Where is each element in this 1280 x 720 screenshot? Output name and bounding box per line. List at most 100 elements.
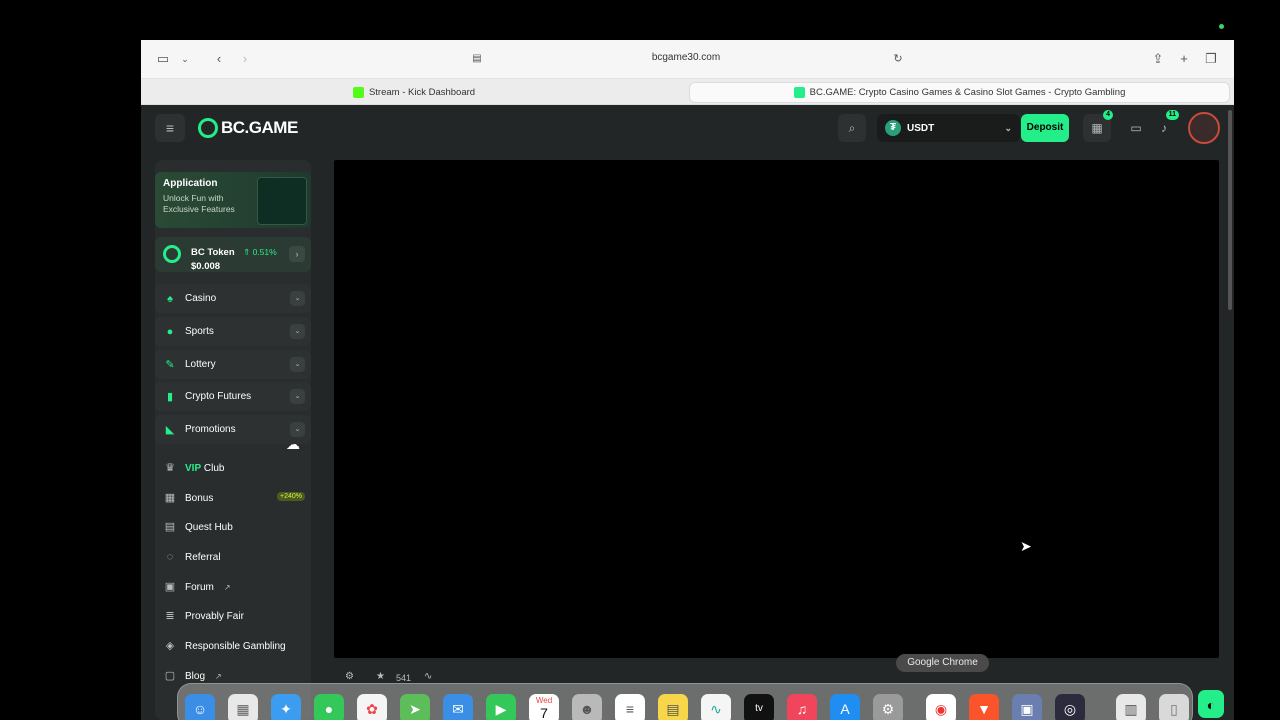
notes-icon[interactable]: ▤: [658, 694, 688, 720]
settings-icon[interactable]: ⚙: [345, 671, 354, 682]
page: ≡ BC.GAME ⌕ ₮ USDT ⌄ Deposit ▦ 4 ▭ ♪ 11 …: [141, 105, 1234, 720]
book-icon: ▤: [164, 521, 176, 533]
maps-icon[interactable]: ➤: [400, 694, 430, 720]
app-preview-image: [257, 177, 307, 225]
sidebar-item-responsible-gambling[interactable]: ◈ Responsible Gambling: [155, 632, 311, 660]
chart-icon: ▮: [166, 390, 174, 403]
avatar[interactable]: [1188, 112, 1220, 144]
sidebar-group-label: Casino: [185, 293, 217, 304]
freeform-icon[interactable]: ∿: [701, 694, 731, 720]
chevron-down-icon[interactable]: ⌄: [290, 422, 305, 437]
sidebar-item-forum[interactable]: ▣ Forum ↗: [155, 573, 311, 601]
scrollbar[interactable]: [1228, 110, 1232, 310]
notifications-button[interactable]: ♪ 11: [1151, 110, 1179, 142]
apple-tv-icon[interactable]: tv: [744, 694, 774, 720]
gift-button[interactable]: ▦ 4: [1083, 110, 1113, 142]
gift-icon: ▦: [164, 492, 176, 504]
star-icon[interactable]: ★: [376, 671, 385, 682]
system-settings-icon[interactable]: ⚙: [873, 694, 903, 720]
trash-icon[interactable]: ▯: [1159, 694, 1189, 720]
shield-icon: ◈: [165, 640, 175, 652]
calendar-icon[interactable]: Wed 7: [529, 694, 559, 720]
sidebar-item-vip-club[interactable]: ♛ VIP Club: [155, 454, 311, 482]
external-link-icon: ↗: [223, 582, 231, 592]
cloud-icon: ☁: [286, 436, 300, 452]
list-icon: ≣: [165, 610, 175, 622]
sidebar-item-label: Referral: [185, 551, 221, 563]
bcgame-favicon-icon: [793, 87, 805, 98]
deposit-button[interactable]: Deposit: [1021, 114, 1069, 142]
mail-icon[interactable]: ✉: [443, 694, 473, 720]
google-chrome-icon[interactable]: ◉: [926, 694, 956, 720]
document-icon[interactable]: ▥: [1116, 694, 1146, 720]
photos-icon[interactable]: ✿: [357, 694, 387, 720]
chevron-down-icon[interactable]: ⌄: [290, 324, 305, 339]
sidebar-group-crypto-futures[interactable]: ▮ Crypto Futures ⌄: [155, 382, 311, 411]
sidebar-item-quest-hub[interactable]: ▤ Quest Hub: [155, 513, 311, 541]
gift-count-badge: 4: [1103, 110, 1113, 120]
tab-label: BC.GAME: Crypto Casino Games & Casino Sl…: [809, 87, 1126, 98]
bell-icon: ♪: [1161, 121, 1167, 135]
app-icon[interactable]: ▣: [1012, 694, 1042, 720]
kick-app-icon[interactable]: ◐: [1198, 690, 1224, 718]
chevron-down-icon: ⌄: [1004, 122, 1012, 133]
sidebar-item-label: Forum: [185, 581, 214, 593]
game-frame[interactable]: [334, 160, 1219, 658]
safari-icon[interactable]: ✦: [271, 694, 301, 720]
app-store-icon[interactable]: A: [830, 694, 860, 720]
bc-token-card[interactable]: BC Token ⇑ 0.51% $0.008 ›: [155, 237, 311, 272]
reminders-icon[interactable]: ≡: [615, 694, 645, 720]
bc-token-icon: [163, 245, 181, 263]
forward-icon[interactable]: ›: [237, 51, 253, 67]
sidebar-toggle-icon[interactable]: ▭: [155, 51, 171, 67]
sidebar-item-label: Bonus: [185, 492, 214, 504]
gift-icon: ▦: [1091, 121, 1103, 135]
contacts-icon[interactable]: ☻: [572, 694, 602, 720]
search-icon[interactable]: ⌕: [838, 114, 866, 142]
tab-overview-icon[interactable]: ❐: [1203, 51, 1219, 67]
sidebar-item-bonus[interactable]: ▦ Bonus +240%: [155, 484, 311, 512]
brave-icon[interactable]: ▼: [969, 694, 999, 720]
token-change: ⇑ 0.51%: [243, 247, 277, 257]
external-link-icon: ↗: [215, 671, 222, 681]
sidebar-group-casino[interactable]: ♠ Casino ⌄: [155, 284, 311, 313]
finder-icon[interactable]: ☺: [185, 694, 215, 720]
logo[interactable]: BC.GAME: [198, 116, 298, 140]
stats-icon[interactable]: ∿: [424, 671, 432, 682]
sidebar-group-lottery[interactable]: ✎ Lottery ⌄: [155, 350, 311, 379]
back-icon[interactable]: ‹: [211, 51, 227, 67]
page-menu-icon[interactable]: ▤: [469, 51, 485, 67]
launchpad-icon[interactable]: ▦: [228, 694, 258, 720]
chat-icon[interactable]: ▭: [1123, 114, 1149, 142]
site-header: ≡ BC.GAME ⌕ ₮ USDT ⌄ Deposit ▦ 4 ▭ ♪ 11: [141, 105, 1234, 150]
app-promo-card[interactable]: Application Unlock Fun with Exclusive Fe…: [155, 172, 311, 228]
bonus-badge: +240%: [277, 492, 305, 501]
menu-icon[interactable]: ≡: [155, 114, 185, 142]
address-bar[interactable]: bcgame30.com: [621, 52, 751, 63]
messages-icon[interactable]: ●: [314, 694, 344, 720]
chevron-right-icon[interactable]: ›: [289, 246, 305, 262]
tab-kick-dashboard[interactable]: Stream - Kick Dashboard: [141, 82, 687, 103]
referral-icon: ◌: [166, 551, 174, 563]
sidebar-item-provably-fair[interactable]: ≣ Provably Fair: [155, 602, 311, 630]
new-tab-icon[interactable]: +: [1176, 51, 1192, 67]
tab-label: Stream - Kick Dashboard: [368, 87, 476, 98]
sidebar-group-sports[interactable]: ● Sports ⌄: [155, 317, 311, 346]
mouse-cursor-icon: ➤: [1020, 538, 1032, 554]
currency-select[interactable]: ₮ USDT ⌄: [877, 114, 1020, 142]
music-icon[interactable]: ♫: [787, 694, 817, 720]
blog-icon: ▢: [164, 670, 176, 682]
sidebar-item-label: VIP Club: [185, 462, 225, 474]
obs-icon[interactable]: ◎: [1055, 694, 1085, 720]
sidebar-group-label: Sports: [185, 326, 214, 337]
tab-bcgame[interactable]: BC.GAME: Crypto Casino Games & Casino Sl…: [689, 82, 1230, 103]
chevron-down-icon[interactable]: ⌄: [177, 51, 193, 67]
facetime-icon[interactable]: ▶: [486, 694, 516, 720]
chevron-down-icon[interactable]: ⌄: [290, 357, 305, 372]
reload-icon[interactable]: ↻: [890, 51, 906, 67]
chevron-down-icon[interactable]: ⌄: [290, 291, 305, 306]
crown-icon: ♛: [165, 462, 175, 474]
chevron-down-icon[interactable]: ⌄: [290, 389, 305, 404]
share-icon[interactable]: ⇪: [1150, 51, 1166, 67]
sidebar-item-referral[interactable]: ◌ Referral: [155, 543, 311, 571]
